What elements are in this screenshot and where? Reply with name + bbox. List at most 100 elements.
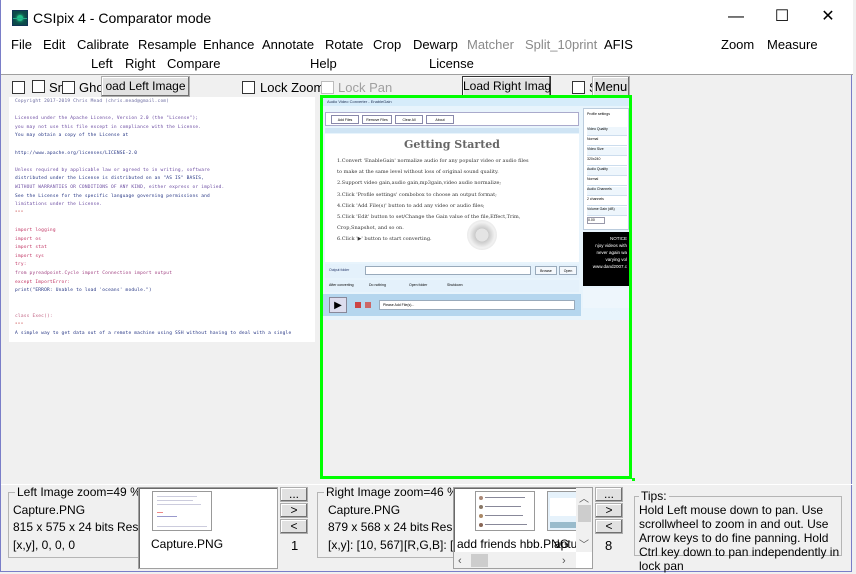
- screenshot-tab: About: [426, 115, 454, 124]
- menu-left[interactable]: Left: [91, 56, 113, 71]
- screenshot-side-row: Audio Quality: [587, 167, 627, 176]
- menu-calibrate[interactable]: Calibrate: [77, 37, 129, 52]
- menu-rotate[interactable]: Rotate: [325, 37, 363, 52]
- code-line: Licensed under the Apache License, Versi…: [15, 116, 199, 122]
- right-image-viewer[interactable]: Audio Video Converter - EnableGain Add F…: [320, 95, 632, 479]
- screenshot-output-row: Output folder Browse Open: [325, 264, 579, 278]
- code-line: you may not use this file except in comp…: [15, 124, 202, 130]
- load-left-image-button[interactable]: oad Left Image: [101, 76, 190, 97]
- screenshot-tab: Add Files: [331, 115, 359, 124]
- screenshot-side-panel: Profile settings Video Quality Normal Vide…: [583, 108, 629, 230]
- code-line: import stat: [15, 245, 48, 251]
- menu-compare[interactable]: Compare: [167, 56, 220, 71]
- scroll-left-icon[interactable]: ‹: [458, 555, 462, 567]
- screenshot-step: 4.Click 'Add File(s)' button to add any …: [337, 202, 485, 209]
- screenshot-tab: Clear All: [395, 115, 423, 124]
- menu-file[interactable]: File: [11, 37, 32, 52]
- resize-handle[interactable]: [632, 478, 635, 481]
- horizontal-scroll-thumb[interactable]: [471, 554, 488, 567]
- left-image-dimensions: 815 x 575 x 24 bits: [13, 520, 114, 534]
- right-image-count: 8: [605, 538, 613, 553]
- menu-split-10print[interactable]: Split_10print: [525, 37, 597, 52]
- screenshot-step: Crop,Snapshot, and so on.: [337, 225, 404, 232]
- left-next-button[interactable]: >: [280, 503, 308, 518]
- code-line: except ImportError:: [15, 279, 71, 285]
- menu-resample[interactable]: Resample: [138, 37, 197, 52]
- menu-annotate[interactable]: Annotate: [262, 37, 314, 52]
- menu-measure[interactable]: Measure: [767, 37, 818, 52]
- left-prev-button[interactable]: <: [280, 519, 308, 534]
- lock-pan-checkbox[interactable]: [321, 81, 334, 94]
- screenshot-app-title: Audio Video Converter - EnableGain: [327, 99, 392, 104]
- stop-icon: [365, 302, 371, 308]
- horizontal-scrollbar[interactable]: ‹ ›: [454, 552, 576, 568]
- film-reel-icon: [467, 220, 497, 250]
- scroll-down-icon[interactable]: ﹀: [579, 536, 589, 551]
- code-line: from pyreadpoint.Cycle import Connection…: [15, 271, 173, 276]
- menu-button[interactable]: Menu: [592, 76, 630, 97]
- menu-help[interactable]: Help: [310, 56, 337, 71]
- left-thumbnail-strip[interactable]: Capture.PNG: [138, 487, 278, 569]
- menu-edit[interactable]: Edit: [43, 37, 65, 52]
- right-image-info-group: Right Image zoom=46 % Capture.PNG 879 x …: [317, 485, 460, 558]
- load-right-image-button[interactable]: Load Right Image: [462, 76, 551, 97]
- right-option-checkbox[interactable]: [572, 81, 585, 94]
- right-prev-button[interactable]: <: [595, 519, 623, 534]
- screenshot-step: 1.Convert 'EnableGain' normalize audio f…: [337, 158, 529, 164]
- tips-title: Tips:: [639, 489, 669, 503]
- code-line: """: [15, 210, 24, 216]
- left-thumbnail-caption: Capture.PNG: [151, 537, 224, 551]
- vertical-scroll-thumb[interactable]: [578, 505, 591, 522]
- left-image-viewer[interactable]: Copyright 2017-2019 Chris Mead (chris.me…: [9, 97, 315, 342]
- app-window: CSIpix 4 - Comparator mode — ☐ ✕ File Ed…: [0, 0, 853, 573]
- menu-crop[interactable]: Crop: [373, 37, 401, 52]
- code-line: Copyright 2017-2019 Chris Mead (chris.me…: [15, 99, 170, 104]
- right-thumbnail-image-1[interactable]: [475, 491, 535, 531]
- right-thumbnail-strip[interactable]: add friends hbb.PNG aptu ︿ ﹀ ‹ ›: [453, 487, 593, 569]
- right-next-button[interactable]: >: [595, 503, 623, 518]
- screenshot-step: 5.Click 'Edit' button to set/Change the …: [337, 214, 521, 220]
- vertical-scrollbar[interactable]: ︿ ﹀: [576, 488, 592, 552]
- code-line: distributed under the License is distrib…: [15, 176, 205, 182]
- code-line: print("ERROR: Unable to load 'oceans' mo…: [15, 288, 152, 294]
- menu-enhance[interactable]: Enhance: [203, 37, 254, 52]
- menu-zoom[interactable]: Zoom: [721, 37, 754, 52]
- screenshot-side-row: Volume Gain (dB): [587, 207, 627, 216]
- code-line: Unless required by applicable law or agr…: [15, 167, 210, 173]
- lock-zoom-checkbox[interactable]: [242, 81, 255, 94]
- menu-afis[interactable]: AFIS: [604, 37, 633, 52]
- screenshot-side-row: Video Size: [587, 147, 627, 156]
- screenshot-step: 2.Support video gain,audio gain,mp3gain,…: [337, 180, 502, 187]
- pause-icon: [355, 302, 361, 308]
- screenshot-side-row: 320x240: [587, 157, 627, 166]
- snap-checkbox[interactable]: [32, 80, 45, 93]
- screenshot-heading: Getting Started: [404, 138, 500, 151]
- scroll-up-icon[interactable]: ︿: [579, 490, 589, 505]
- screenshot-status: Please Add File(s)...: [379, 300, 575, 310]
- minimize-button[interactable]: —: [713, 0, 759, 34]
- screenshot-side-row: Normal: [587, 177, 627, 186]
- screenshot-notice-line: NOTICE: [609, 236, 627, 241]
- menu-matcher[interactable]: Matcher: [467, 37, 514, 52]
- option-checkbox-1[interactable]: [12, 81, 25, 94]
- scroll-right-icon[interactable]: ›: [562, 555, 566, 567]
- left-image-coords: [x,y], 0, 0, 0: [13, 538, 76, 552]
- right-browse-button[interactable]: ...: [595, 487, 623, 502]
- screenshot-side-row: Video Quality: [587, 127, 627, 136]
- menu-right[interactable]: Right: [125, 56, 155, 71]
- menu-dewarp[interactable]: Dewarp: [413, 37, 458, 52]
- left-image-filename: Capture.PNG: [13, 503, 86, 517]
- screenshot-gain-value: 0.00: [587, 217, 605, 224]
- screenshot-step: 3.Click 'Profile settings' combobox to c…: [337, 191, 497, 198]
- app-logo-icon: [12, 10, 28, 26]
- maximize-button[interactable]: ☐: [759, 0, 805, 34]
- code-line: """: [15, 322, 24, 328]
- menu-license[interactable]: License: [429, 56, 474, 71]
- screenshot-after-row: After converting Do nothing Open folder …: [325, 280, 579, 292]
- right-thumbnail-image-2[interactable]: [547, 491, 577, 531]
- left-thumbnail-image[interactable]: [152, 491, 212, 531]
- left-browse-button[interactable]: ...: [280, 487, 308, 502]
- ghost-checkbox[interactable]: [62, 81, 75, 94]
- close-button[interactable]: ✕: [805, 0, 851, 34]
- screenshot-notice-line: njoy videos with: [595, 243, 627, 248]
